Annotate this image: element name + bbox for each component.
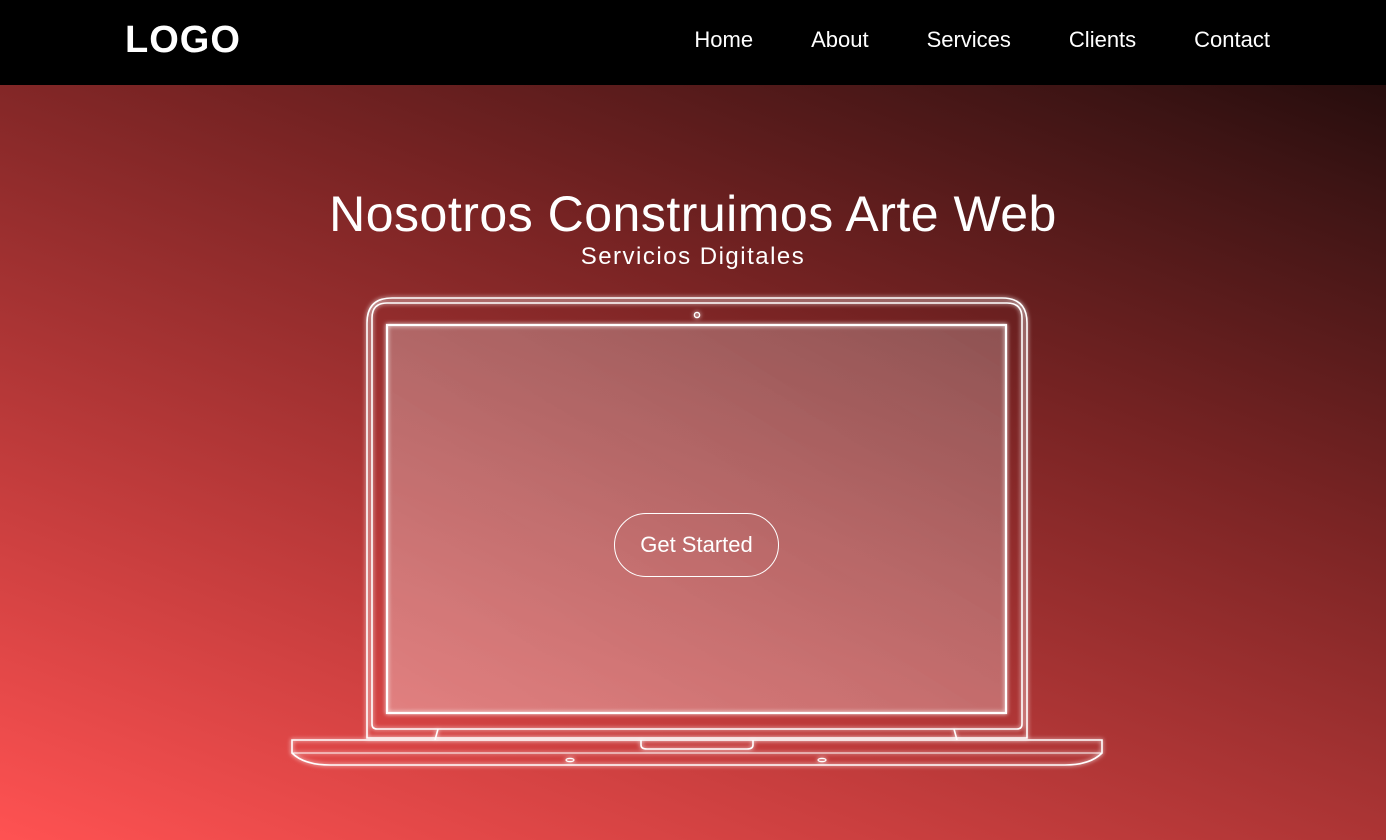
nav-contact-link[interactable]: Contact	[1194, 26, 1270, 54]
nav-links: Home About Services Clients Contact	[636, 26, 1270, 54]
logo[interactable]: LOGO	[125, 18, 241, 62]
hero-title: Nosotros Construimos Arte Web	[329, 186, 1057, 242]
webcam-icon	[693, 311, 701, 319]
nav-services-link[interactable]: Services	[927, 26, 1011, 54]
nav-clients-link[interactable]: Clients	[1069, 26, 1136, 54]
navbar: LOGO Home About Services Clients Contact	[0, 0, 1386, 85]
hero-subtitle: Servicios Digitales	[580, 243, 806, 270]
get-started-button[interactable]: Get Started	[614, 513, 779, 577]
laptop-notch	[640, 740, 754, 750]
nav-about-link[interactable]: About	[811, 26, 869, 54]
nav-home-link[interactable]: Home	[694, 26, 753, 54]
